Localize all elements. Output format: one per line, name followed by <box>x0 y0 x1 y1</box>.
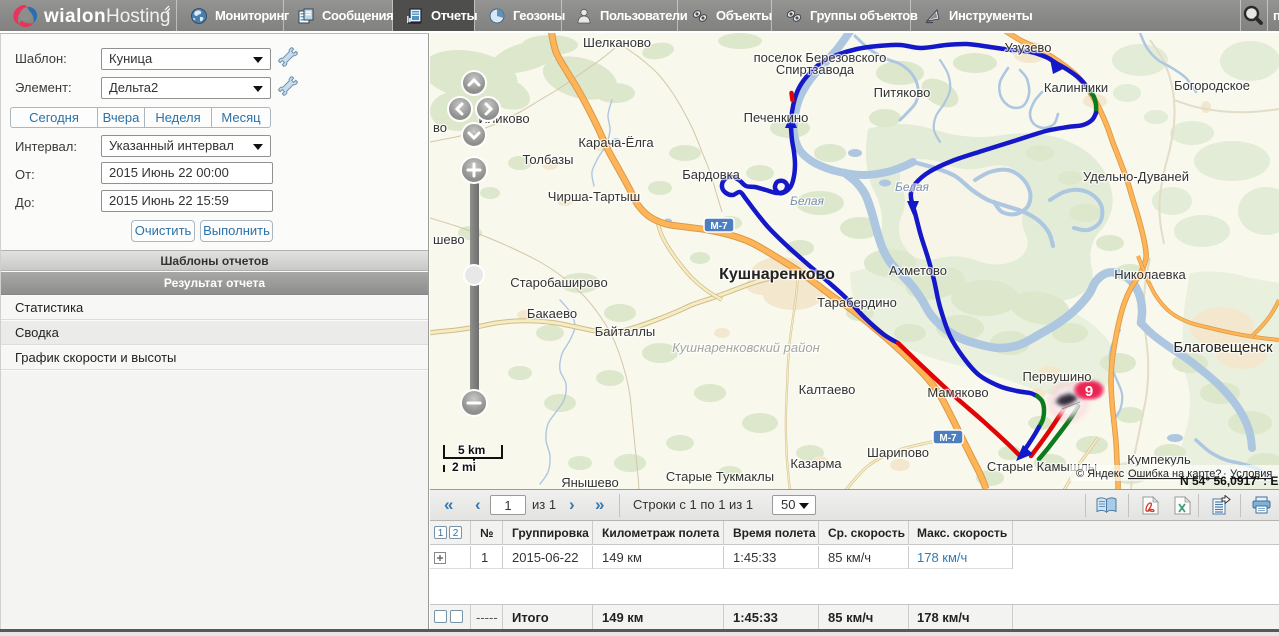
svg-text:Благовещенск: Благовещенск <box>1173 339 1273 356</box>
svg-text:М-7: М-7 <box>710 221 728 232</box>
svg-text:Бардовка: Бардовка <box>682 167 740 182</box>
svg-text:2 mi: 2 mi <box>452 460 476 474</box>
svg-text:Старые Тукмаклы: Старые Тукмаклы <box>666 469 774 484</box>
svg-text:Карача-Ёлга: Карача-Ёлга <box>578 135 654 150</box>
svg-text:М-7: М-7 <box>939 433 957 444</box>
svg-text:Байталлы: Байталлы <box>595 324 656 339</box>
svg-text:Шарипово: Шарипово <box>867 445 929 460</box>
svg-text:Шелканово: Шелканово <box>583 35 651 50</box>
svg-text:Питяково: Питяково <box>874 85 931 100</box>
svg-text:Ахметово: Ахметово <box>889 263 947 278</box>
svg-text:Печенкино: Печенкино <box>744 110 809 125</box>
svg-text:Первушино: Первушино <box>1022 369 1091 384</box>
svg-text:Калинники: Калинники <box>1044 80 1108 95</box>
svg-text:Янышево: Янышево <box>561 475 619 489</box>
svg-text:Калтаево: Калтаево <box>799 382 856 397</box>
svg-text:Чирша-Тартыш: Чирша-Тартыш <box>548 189 640 204</box>
svg-text:N 54° 56,0917′ : E: N 54° 56,0917′ : E <box>1180 474 1278 488</box>
svg-text:Казарма: Казарма <box>790 456 842 471</box>
svg-text:Тарабердино: Тарабердино <box>817 295 897 310</box>
svg-text:Белая: Белая <box>895 180 930 194</box>
svg-text:Спиртзавода: Спиртзавода <box>776 62 855 77</box>
svg-text:Удельно-Дуваней: Удельно-Дуваней <box>1083 169 1189 184</box>
svg-text:Узузево: Узузево <box>1005 40 1052 55</box>
svg-text:Кушнаренково: Кушнаренково <box>719 266 835 283</box>
svg-text:© Яндекс: © Яндекс <box>1076 468 1125 480</box>
svg-text:wialon: wialon <box>43 6 106 27</box>
svg-text:Кушнаренковский район: Кушнаренковский район <box>672 340 819 355</box>
svg-text:Богородское: Богородское <box>1174 78 1250 93</box>
svg-text:Белая: Белая <box>790 194 825 208</box>
svg-text:Мамяково: Мамяково <box>927 385 988 400</box>
svg-text:Николаевка: Николаевка <box>1114 267 1186 282</box>
svg-text:Hosting: Hosting <box>106 6 170 27</box>
svg-text:Кумпекуль: Кумпекуль <box>1127 452 1191 467</box>
svg-text:9: 9 <box>1085 383 1093 400</box>
svg-text:5 km: 5 km <box>458 443 485 457</box>
